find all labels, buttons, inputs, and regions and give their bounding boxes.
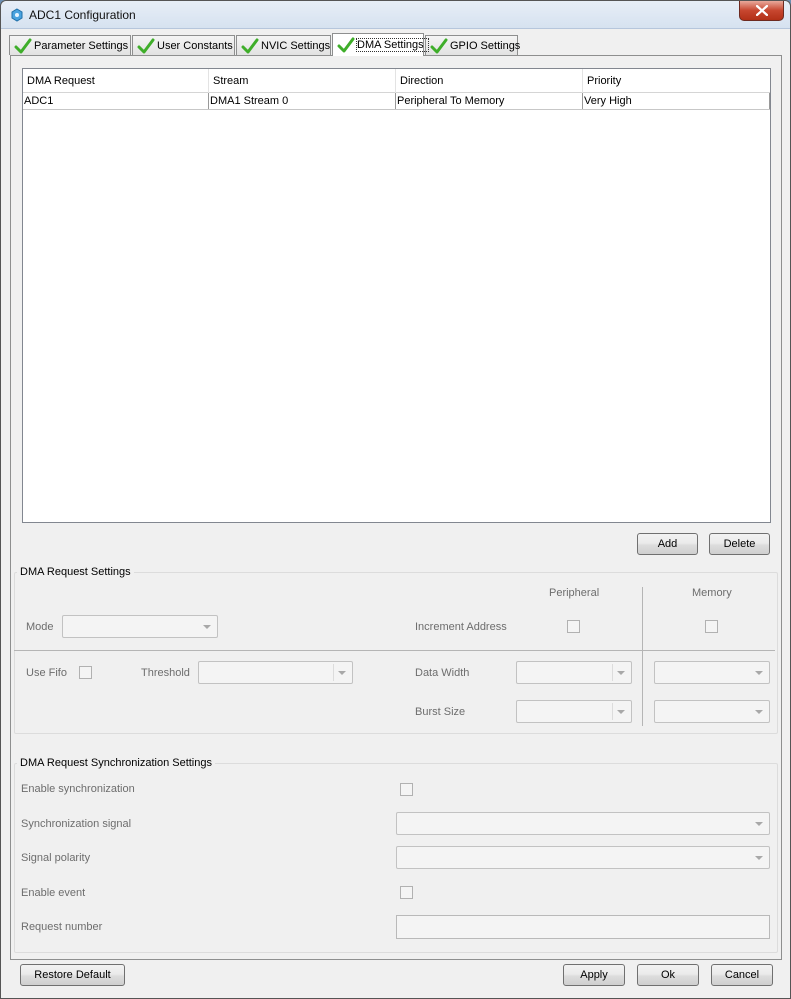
enable-event-checkbox[interactable]	[400, 886, 413, 899]
threshold-select[interactable]	[198, 661, 353, 684]
column-divider	[642, 587, 643, 726]
tab-label: GPIO Settings	[450, 39, 521, 52]
increment-address-label: Increment Address	[415, 621, 507, 633]
tab-dma-settings[interactable]: DMA Settings	[332, 33, 429, 56]
signal-polarity-select[interactable]	[396, 846, 770, 869]
tab-parameter-settings[interactable]: Parameter Settings	[9, 35, 131, 55]
app-icon	[11, 8, 23, 22]
chevron-down-icon	[755, 822, 763, 826]
memory-burst-size-select[interactable]	[654, 700, 770, 723]
peripheral-burst-size-select[interactable]	[516, 700, 632, 723]
title-bar[interactable]: ADC1 Configuration	[1, 1, 790, 29]
use-fifo-label: Use Fifo	[26, 667, 67, 679]
chevron-down-icon	[617, 671, 625, 675]
checkmark-icon	[430, 38, 448, 53]
cancel-button[interactable]: Cancel	[711, 964, 773, 986]
dma-request-settings-title: DMA Request Settings	[17, 566, 134, 578]
data-width-label: Data Width	[415, 667, 470, 679]
tab-gpio-settings[interactable]: GPIO Settings	[425, 35, 520, 55]
combo-separator	[612, 703, 613, 720]
close-button[interactable]	[739, 1, 784, 21]
column-header-stream[interactable]: Stream	[209, 69, 396, 93]
chevron-down-icon	[755, 671, 763, 675]
table-row[interactable]: ADC1 DMA1 Stream 0 Peripheral To Memory …	[23, 93, 770, 110]
combo-separator	[612, 664, 613, 681]
enable-event-label: Enable event	[21, 887, 86, 899]
memory-header: Memory	[692, 587, 732, 599]
configuration-dialog: ADC1 Configuration Parameter Settings Us…	[0, 0, 791, 999]
column-header-dma-request[interactable]: DMA Request	[23, 69, 209, 93]
cell-priority: Very High	[583, 93, 770, 109]
column-header-priority[interactable]: Priority	[583, 69, 770, 93]
column-header-direction[interactable]: Direction	[396, 69, 583, 93]
dma-request-table[interactable]: DMA Request Stream Direction Priority AD…	[22, 68, 771, 523]
peripheral-header: Peripheral	[549, 587, 600, 599]
mode-label: Mode	[26, 621, 54, 633]
sync-signal-select[interactable]	[396, 812, 770, 835]
delete-button[interactable]: Delete	[709, 533, 770, 555]
chevron-down-icon	[755, 710, 763, 714]
checkmark-icon	[14, 38, 32, 53]
dma-settings-panel: DMA Request Stream Direction Priority AD…	[10, 55, 782, 960]
table-header: DMA Request Stream Direction Priority	[23, 69, 770, 93]
checkmark-icon	[337, 37, 355, 53]
tab-nvic-settings[interactable]: NVIC Settings	[236, 35, 331, 55]
chevron-down-icon	[338, 671, 346, 675]
tab-user-constants[interactable]: User Constants	[132, 35, 235, 55]
signal-polarity-label: Signal polarity	[21, 852, 91, 864]
use-fifo-checkbox[interactable]	[79, 666, 92, 679]
dma-sync-settings-title: DMA Request Synchronization Settings	[17, 757, 215, 769]
ok-button[interactable]: Ok	[637, 964, 699, 986]
tab-label: Parameter Settings	[34, 39, 129, 52]
chevron-down-icon	[617, 710, 625, 714]
burst-size-label: Burst Size	[415, 706, 466, 718]
enable-sync-checkbox[interactable]	[400, 783, 413, 796]
close-icon	[755, 5, 768, 16]
cell-dma-request: ADC1	[23, 93, 209, 109]
peripheral-data-width-select[interactable]	[516, 661, 632, 684]
checkmark-icon	[137, 38, 155, 53]
memory-increment-checkbox[interactable]	[705, 620, 718, 633]
cell-direction: Peripheral To Memory	[396, 93, 583, 109]
memory-data-width-select[interactable]	[654, 661, 770, 684]
request-number-input[interactable]	[396, 915, 770, 939]
apply-button[interactable]: Apply	[563, 964, 625, 986]
add-button[interactable]: Add	[637, 533, 698, 555]
row-divider	[14, 650, 775, 651]
tab-label: DMA Settings	[356, 38, 429, 52]
threshold-label: Threshold	[141, 667, 190, 679]
chevron-down-icon	[203, 625, 211, 629]
peripheral-increment-checkbox[interactable]	[567, 620, 580, 633]
restore-default-button[interactable]: Restore Default	[20, 964, 125, 986]
mode-select[interactable]	[62, 615, 218, 638]
window-title: ADC1 Configuration	[29, 8, 136, 22]
tab-label: User Constants	[157, 39, 233, 52]
combo-separator	[333, 664, 334, 681]
enable-sync-label: Enable synchronization	[21, 783, 135, 795]
request-number-label: Request number	[21, 921, 103, 933]
chevron-down-icon	[755, 856, 763, 860]
tab-label: NVIC Settings	[261, 39, 331, 52]
tab-strip: Parameter Settings User Constants NVIC S…	[9, 33, 529, 56]
cell-stream: DMA1 Stream 0	[209, 93, 396, 109]
checkmark-icon	[241, 38, 259, 53]
sync-signal-label: Synchronization signal	[21, 818, 132, 830]
